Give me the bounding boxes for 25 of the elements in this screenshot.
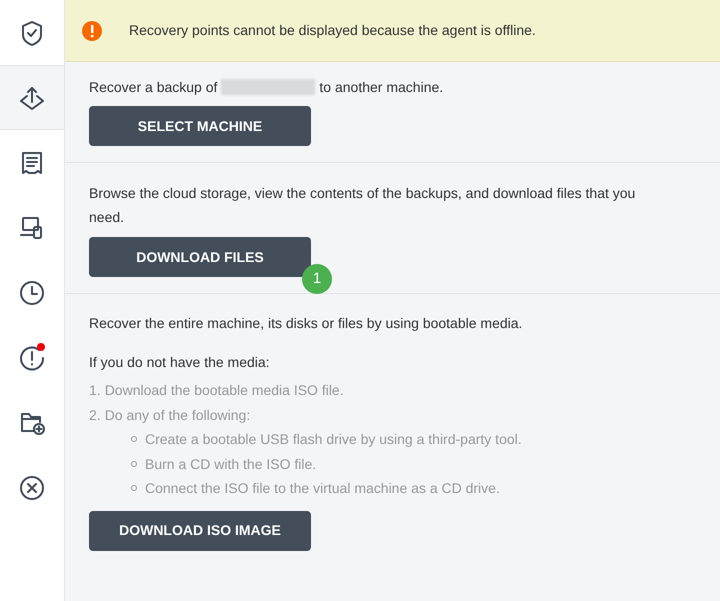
- step-text: Connect the ISO file to the virtual machine as a CD drive.: [145, 479, 500, 498]
- step-number: 2.: [89, 406, 101, 424]
- step-number: 1.: [89, 381, 101, 400]
- subheading-text: If you do not have the media:: [89, 353, 271, 372]
- step-text: Create a bootable USB flash drive by using a third-party tool.: [145, 430, 522, 449]
- bullet-icon: [131, 485, 137, 492]
- description-text: Browse the cloud storage, view the contents of the backups, and download files that you need.: [89, 184, 636, 227]
- step-text: Do any of the following:: [104, 406, 250, 425]
- clock-icon: [18, 278, 46, 306]
- action-button[interactable]: DOWNLOAD ISO IMAGE: [89, 510, 311, 550]
- banner-message: Recovery points cannot be displayed because the agent is offline.: [129, 21, 536, 40]
- step-text: Download the bootable media ISO file.: [104, 381, 344, 400]
- description-text: Recover a backup of: [89, 78, 218, 97]
- close-circle-icon: [18, 474, 46, 502]
- bullet-icon: [131, 436, 137, 442]
- description-text: to another machine.: [319, 78, 444, 97]
- exclamation-circle-icon: [18, 344, 46, 372]
- sidebar-item[interactable]: [0, 65, 64, 130]
- bullet-icon: [131, 460, 137, 467]
- step-text: Burn a CD with the ISO file.: [145, 454, 316, 474]
- action-button[interactable]: SELECT MACHINE: [89, 106, 311, 146]
- action-button[interactable]: DOWNLOAD FILES: [89, 237, 311, 277]
- step-badge: 1: [302, 264, 332, 294]
- warning-icon: [81, 20, 103, 42]
- description-text: Recover the entire machine, its disks or files by using bootable media.: [89, 314, 524, 333]
